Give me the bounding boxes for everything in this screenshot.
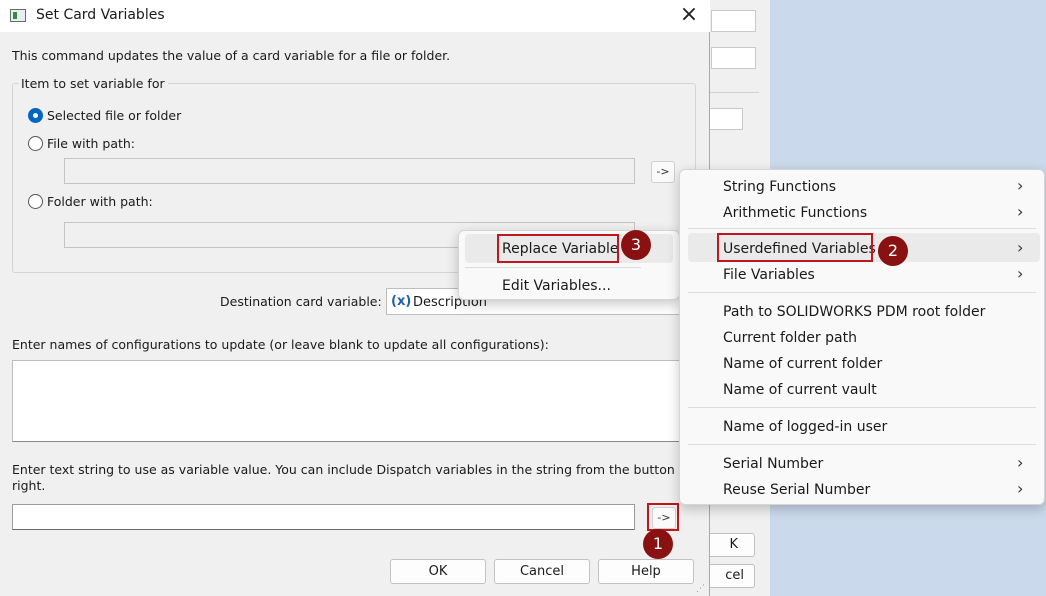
configurations-label: Enter names of configurations to update … (12, 337, 549, 352)
menu-item-current-folder-path[interactable]: Current folder path (723, 330, 857, 346)
menu-separator (688, 407, 1036, 408)
menu-item-reuse-serial-number[interactable]: Reuse Serial Number (723, 482, 870, 498)
callout-badge-3: 3 (621, 230, 651, 260)
insert-variable-menu: String Functions › Arithmetic Functions … (679, 169, 1045, 505)
radio-folder-indicator[interactable] (28, 194, 43, 209)
radio-file-indicator[interactable] (28, 136, 43, 151)
cancel-button[interactable]: Cancel (494, 559, 590, 584)
chevron-right-icon: › (1017, 453, 1024, 472)
chevron-right-icon: › (1017, 176, 1024, 195)
ok-button[interactable]: OK (390, 559, 486, 584)
menu-item-file-variables[interactable]: File Variables (723, 267, 815, 283)
app-icon (10, 9, 26, 22)
callout-badge-2: 2 (878, 236, 908, 266)
background-field (711, 10, 756, 32)
description-text: This command updates the value of a card… (12, 48, 451, 63)
group-label: Item to set variable for (18, 76, 168, 91)
radio-selected-indicator[interactable] (28, 108, 43, 123)
menu-item-pdm-root-path[interactable]: Path to SOLIDWORKS PDM root folder (723, 304, 985, 320)
value-label-line1: Enter text string to use as variable val… (12, 462, 716, 477)
callout-box-2 (717, 233, 873, 262)
help-button[interactable]: Help (598, 559, 694, 584)
menu-item-arithmetic-functions[interactable]: Arithmetic Functions (723, 205, 867, 221)
callout-box-3 (497, 234, 619, 263)
resize-grip-icon[interactable]: ⋰ (696, 584, 708, 596)
callout-box-1 (647, 503, 679, 531)
variable-icon: (x) (391, 294, 412, 309)
radio-file-with-path[interactable]: File with path: (28, 136, 228, 154)
file-path-input[interactable] (64, 158, 635, 184)
radio-selected-label: Selected file or folder (47, 108, 182, 123)
menu-separator (688, 444, 1036, 445)
chevron-right-icon: › (1017, 202, 1024, 221)
title-bar: Set Card Variables × (0, 0, 710, 32)
menu-item-current-vault-name[interactable]: Name of current vault (723, 382, 877, 398)
menu-separator (688, 228, 1036, 229)
menu-item-logged-in-user[interactable]: Name of logged-in user (723, 419, 887, 435)
radio-selected-file-or-folder[interactable]: Selected file or folder (28, 108, 228, 126)
chevron-right-icon: › (1017, 238, 1024, 257)
configurations-textarea[interactable] (12, 360, 682, 442)
file-path-arrow-button[interactable]: -> (651, 161, 675, 183)
submenu-label-edit-variables: Edit Variables... (502, 278, 611, 294)
radio-folder-with-path[interactable]: Folder with path: (28, 194, 228, 212)
close-icon[interactable]: × (674, 2, 704, 30)
menu-item-string-functions[interactable]: String Functions (723, 179, 836, 195)
variable-value-input[interactable] (12, 504, 635, 530)
chevron-right-icon: › (1017, 264, 1024, 283)
menu-separator (688, 292, 1036, 293)
radio-folder-label: Folder with path: (47, 194, 153, 209)
radio-file-label: File with path: (47, 136, 136, 151)
menu-item-current-folder-name[interactable]: Name of current folder (723, 356, 882, 372)
destination-label: Destination card variable: (220, 294, 382, 309)
background-field (706, 108, 743, 130)
submenu-separator (465, 267, 641, 268)
menu-item-serial-number[interactable]: Serial Number (723, 456, 823, 472)
value-label-line2: right. (12, 478, 46, 493)
chevron-right-icon: › (1017, 479, 1024, 498)
callout-badge-1: 1 (643, 529, 673, 559)
background-field (711, 47, 756, 69)
dialog-title: Set Card Variables (36, 7, 165, 23)
